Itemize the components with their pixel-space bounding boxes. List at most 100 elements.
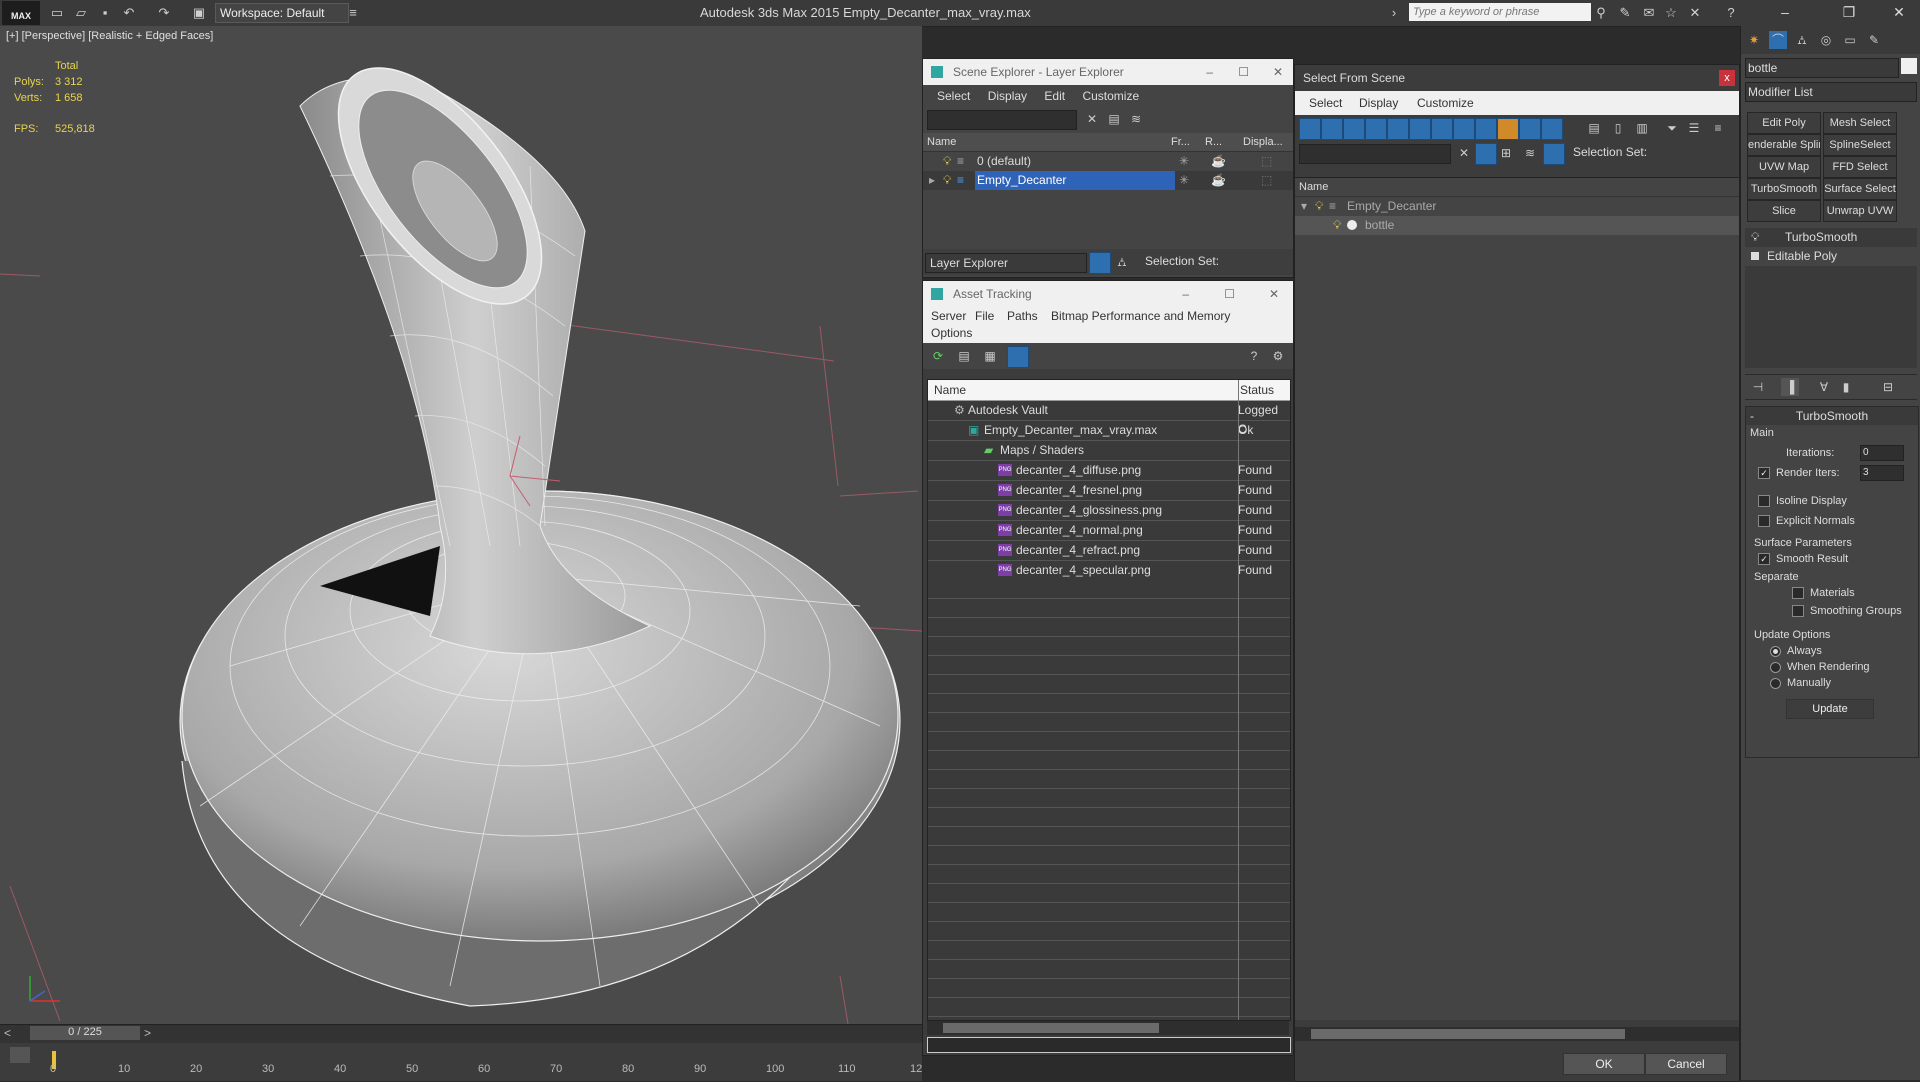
manually-row[interactable]: Manually [1770, 677, 1831, 689]
asset-row[interactable]: PNG decanter_4_fresnel.png Found [928, 481, 1290, 501]
menu-edit[interactable]: Edit [1044, 89, 1065, 103]
col-name[interactable]: Name [934, 383, 966, 397]
display-none-icon[interactable]: ▯ [1609, 119, 1627, 137]
workspace-dropdown[interactable]: Workspace: Default [215, 3, 349, 23]
object-name-field[interactable]: bottle [1745, 58, 1899, 78]
surface-select-button[interactable]: Surface Select [1823, 178, 1897, 200]
expand-box-icon[interactable] [1751, 252, 1759, 260]
render-iters-row[interactable]: ✓ Render Iters: [1758, 467, 1840, 480]
project-folder-icon[interactable]: ▣ [190, 4, 208, 22]
menu-customize[interactable]: Customize [1082, 89, 1139, 103]
menu-select[interactable]: Select [937, 89, 970, 103]
minimize-icon[interactable]: – [1206, 59, 1213, 85]
viewport-label[interactable]: [+] [Perspective] [Realistic + Edged Fac… [6, 30, 213, 42]
tree-header[interactable]: Name [1295, 178, 1739, 197]
help-icon[interactable]: ? [1722, 4, 1740, 22]
modify-tab-icon[interactable]: ⌒ [1769, 31, 1787, 49]
app-logo[interactable]: MAX [2, 1, 40, 25]
asset-row[interactable]: PNG decanter_4_diffuse.png Found [928, 461, 1290, 481]
layer-explorer-icon[interactable] [1089, 252, 1111, 274]
ffd-select-button[interactable]: FFD Select [1823, 156, 1897, 178]
display-lights-icon[interactable] [1343, 118, 1365, 140]
menu-customize[interactable]: Customize [1417, 91, 1474, 115]
minimize-icon[interactable]: – [1182, 281, 1189, 307]
smoothing-groups-row[interactable]: Smoothing Groups [1792, 605, 1902, 618]
mesh-select-button[interactable]: Mesh Select [1823, 112, 1897, 134]
render-teapot-icon[interactable]: ☕ [1211, 171, 1226, 190]
bulb-icon[interactable]: 💡︎ [1315, 197, 1323, 216]
object-color-swatch[interactable] [1901, 58, 1917, 74]
render-iters-checkbox[interactable]: ✓ [1758, 467, 1770, 480]
bulb-icon[interactable]: 💡︎ [943, 171, 951, 190]
scene-filter-input[interactable] [927, 110, 1077, 130]
spline-select-button[interactable]: SplineSelect [1823, 134, 1897, 156]
scroll-thumb[interactable] [943, 1023, 1159, 1033]
freeze-icon[interactable]: ✳ [1179, 171, 1189, 190]
scroll-thumb[interactable] [1311, 1029, 1625, 1039]
display-geometry-icon[interactable] [1299, 118, 1321, 140]
asset-path-field[interactable] [927, 1037, 1291, 1053]
menu-options[interactable]: Options [931, 326, 972, 340]
display-hidden-icon[interactable] [1541, 118, 1563, 140]
isoline-checkbox[interactable] [1758, 495, 1770, 508]
timeline[interactable]: < 0 / 225 > 0 10 20 30 40 50 60 70 80 90… [0, 1024, 922, 1081]
col-render[interactable]: R... [1205, 133, 1222, 151]
bulb-icon[interactable]: 💡︎ [1333, 216, 1341, 235]
smooth-result-row[interactable]: ✓ Smooth Result [1758, 553, 1848, 566]
subscription-icon[interactable]: ✎ [1616, 4, 1634, 22]
create-tab-icon[interactable]: ✷ [1745, 31, 1763, 49]
expand-arrow-icon[interactable]: ▸ [929, 171, 935, 190]
utilities-tab-icon[interactable]: ✎ [1865, 31, 1883, 49]
display-shapes-icon[interactable] [1321, 118, 1343, 140]
clear-filter-icon[interactable]: ✕ [1083, 110, 1101, 128]
motion-tab-icon[interactable]: ◎ [1817, 31, 1835, 49]
layer-row-selected[interactable]: ▸ 💡︎ ≡ Empty_Decanter ✳ ☕ ⬚ [923, 171, 1293, 190]
stack-item[interactable]: 💡︎ TurboSmooth [1745, 228, 1917, 247]
explicit-normals-row[interactable]: Explicit Normals [1758, 515, 1855, 528]
menu-paths[interactable]: Paths [1007, 309, 1038, 323]
collapse-arrow-icon[interactable]: ▾ [1301, 197, 1307, 216]
close-icon[interactable]: ✕ [1269, 281, 1279, 307]
close-app-button[interactable]: ✕ [1884, 2, 1914, 22]
configure-sets-icon[interactable]: ⊟ [1879, 378, 1897, 396]
thumbnail-icon[interactable]: ▦ [981, 347, 999, 365]
display-containers-icon[interactable] [1497, 118, 1519, 140]
col-status[interactable]: Status [1240, 383, 1274, 397]
refresh-icon[interactable]: ⟳ [929, 347, 947, 365]
hierarchy-tab-icon[interactable]: ⛼ [1793, 31, 1811, 49]
select-from-scene-titlebar[interactable]: Select From Scene x [1295, 65, 1739, 91]
display-box-icon[interactable]: ⬚ [1261, 171, 1272, 190]
pin-stack-icon[interactable]: ⊣ [1749, 378, 1767, 396]
hierarchy-icon[interactable] [1543, 143, 1565, 165]
when-rendering-row[interactable]: When Rendering [1770, 661, 1870, 673]
always-radio[interactable] [1770, 645, 1781, 657]
menu-file[interactable]: File [975, 309, 994, 323]
tree-hscrollbar[interactable] [1295, 1027, 1739, 1041]
always-row[interactable]: Always [1770, 645, 1822, 657]
iterations-spinner[interactable]: 0 [1860, 445, 1904, 461]
minimize-button[interactable]: – [1770, 2, 1800, 22]
smooth-result-checkbox[interactable]: ✓ [1758, 553, 1770, 566]
undo-icon[interactable]: ↶ [120, 4, 138, 22]
info-center-icon[interactable]: › [1385, 4, 1403, 22]
clear-find-icon[interactable]: ✕ [1455, 144, 1473, 162]
asset-row[interactable]: PNG decanter_4_normal.png Found [928, 521, 1290, 541]
tree-row-selected[interactable]: 💡︎ bottle [1295, 216, 1739, 235]
tools-icon[interactable]: ✕ [1686, 4, 1704, 22]
show-end-result-icon[interactable]: ▐ [1781, 378, 1799, 396]
bulb-icon[interactable]: 💡︎ [943, 152, 951, 171]
asset-row[interactable]: ▣ Empty_Decanter_max_vray.max Ok [928, 421, 1290, 441]
favorites-icon[interactable]: ☆ [1662, 4, 1680, 22]
display-spacewarps-icon[interactable] [1409, 118, 1431, 140]
render-teapot-icon[interactable]: ☕ [1211, 152, 1226, 171]
layers-icon[interactable]: ≋ [1521, 144, 1539, 162]
explorer-mode-dropdown[interactable]: Layer Explorer [925, 253, 1087, 273]
display-helpers-icon[interactable] [1387, 118, 1409, 140]
menu-display[interactable]: Display [988, 89, 1027, 103]
maximize-icon[interactable]: ☐ [1224, 281, 1235, 307]
new-file-icon[interactable]: ▭ [48, 4, 66, 22]
asset-row[interactable]: PNG decanter_4_specular.png Found [928, 561, 1290, 581]
explicit-normals-checkbox[interactable] [1758, 515, 1770, 528]
settings-icon[interactable]: ⚙ [1269, 347, 1287, 365]
display-xrefs-icon[interactable] [1453, 118, 1475, 140]
